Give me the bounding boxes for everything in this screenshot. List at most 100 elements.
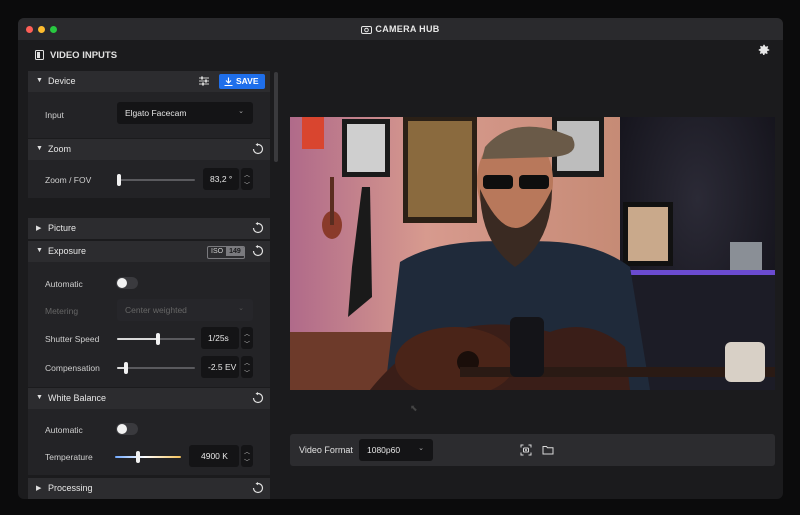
camera-preview <box>290 117 775 390</box>
compensation-stepper[interactable]: ︿ ﹀ <box>241 356 253 378</box>
collapsed-arrow-icon: ▶ <box>36 485 42 492</box>
panel-header: VIDEO INPUTS <box>35 50 117 61</box>
save-button[interactable]: SAVE <box>219 74 265 89</box>
section-exposure-label: Exposure <box>48 246 87 256</box>
shutter-speed-slider-thumb[interactable] <box>155 333 160 345</box>
reset-icon[interactable] <box>252 143 264 155</box>
section-device-header[interactable]: ▼ Device SAVE <box>28 71 270 92</box>
sidebar-scrollbar[interactable] <box>274 72 278 162</box>
exposure-automatic-toggle[interactable] <box>116 277 138 289</box>
chevron-down-icon: ⌄ <box>238 108 244 115</box>
video-inputs-icon <box>35 50 44 60</box>
chevron-up-icon[interactable]: ︿ <box>243 447 251 456</box>
zoom-fov-slider[interactable] <box>117 174 195 186</box>
compensation-label: Compensation <box>45 363 100 373</box>
expanded-arrow-icon: ▼ <box>36 394 43 401</box>
zoom-fov-value: 83,2 ° <box>210 174 233 184</box>
zoom-fov-stepper[interactable]: ︿ ﹀ <box>241 168 253 190</box>
chevron-up-icon[interactable]: ︿ <box>243 358 251 367</box>
collapsed-arrow-icon: ▶ <box>36 225 42 232</box>
download-icon <box>224 77 233 86</box>
temperature-slider-thumb[interactable] <box>136 451 141 463</box>
compensation-slider[interactable] <box>117 362 195 374</box>
folder-icon[interactable] <box>542 444 554 456</box>
gear-icon[interactable] <box>757 43 771 57</box>
compensation-input[interactable]: -2.5 EV <box>201 356 239 378</box>
section-white-balance-body: Automatic Temperature 4900 K ︿ ﹀ <box>28 409 270 475</box>
chevron-up-icon[interactable]: ︿ <box>243 170 251 179</box>
toggle-knob <box>117 278 127 288</box>
app-window: CAMERA HUB VIDEO INPUTS ▼ Device SAVE In… <box>18 18 783 499</box>
save-button-label: SAVE <box>236 76 259 86</box>
exposure-automatic-label: Automatic <box>45 279 83 289</box>
shutter-speed-slider[interactable] <box>117 333 195 345</box>
section-device-body: Input Elgato Facecam ⌄ <box>28 92 270 138</box>
video-format-value: 1080p60 <box>367 445 401 455</box>
section-zoom-header[interactable]: ▼ Zoom <box>28 139 270 160</box>
reset-icon[interactable] <box>252 222 264 234</box>
section-device-label: Device <box>48 76 76 86</box>
compensation-value: -2.5 EV <box>208 362 237 372</box>
expanded-arrow-icon: ▼ <box>36 247 43 254</box>
metering-select[interactable]: Center weighted ⌄ <box>117 299 253 321</box>
zoom-fov-input[interactable]: 83,2 ° <box>203 168 239 190</box>
zoom-fov-slider-thumb[interactable] <box>117 174 122 186</box>
chevron-down-icon[interactable]: ﹀ <box>243 457 251 466</box>
temperature-slider[interactable] <box>115 451 181 463</box>
section-zoom-label: Zoom <box>48 144 72 154</box>
mouse-cursor-icon: ⬉ <box>410 403 418 413</box>
video-format-label: Video Format <box>299 445 353 455</box>
section-processing-label: Processing <box>48 483 93 493</box>
section-exposure-header[interactable]: ▼ Exposure ISO 149 <box>28 241 270 262</box>
expanded-arrow-icon: ▼ <box>36 77 43 84</box>
settings-sidebar: ▼ Device SAVE Input Elgato Facecam ⌄ ▼ Z… <box>28 71 270 499</box>
input-select-value: Elgato Facecam <box>125 108 187 118</box>
chevron-down-icon[interactable]: ﹀ <box>243 339 251 348</box>
expanded-arrow-icon: ▼ <box>36 145 43 152</box>
screenshot-icon[interactable] <box>520 444 532 456</box>
temperature-stepper[interactable]: ︿ ﹀ <box>241 445 253 467</box>
chevron-up-icon[interactable]: ︿ <box>243 329 251 338</box>
section-picture-label: Picture <box>48 223 77 233</box>
shutter-speed-stepper[interactable]: ︿ ﹀ <box>241 327 253 349</box>
input-label: Input <box>45 110 64 120</box>
shutter-speed-slider-fill <box>117 338 158 340</box>
chevron-down-icon[interactable]: ﹀ <box>243 368 251 377</box>
iso-badge-label: ISO <box>211 248 224 255</box>
chevron-down-icon: ⌄ <box>418 445 424 452</box>
iso-badge-value: 149 <box>226 247 244 256</box>
input-select[interactable]: Elgato Facecam ⌄ <box>117 102 253 124</box>
reset-icon[interactable] <box>252 482 264 494</box>
camera-preview-image <box>290 117 775 390</box>
metering-label: Metering <box>45 306 79 316</box>
panel-title: VIDEO INPUTS <box>50 50 118 61</box>
shutter-speed-input[interactable]: 1/25s <box>201 327 239 349</box>
shutter-speed-label: Shutter Speed <box>45 334 100 344</box>
toggle-knob <box>117 424 127 434</box>
temperature-label: Temperature <box>45 452 93 462</box>
section-white-balance-header[interactable]: ▼ White Balance <box>28 388 270 409</box>
reset-icon[interactable] <box>252 392 264 404</box>
camera-icon <box>361 26 373 34</box>
video-format-select[interactable]: 1080p60 ⌄ <box>359 439 433 461</box>
reset-icon[interactable] <box>252 245 264 257</box>
iso-badge: ISO 149 <box>207 246 245 259</box>
temperature-input[interactable]: 4900 K <box>189 445 239 467</box>
window-title-text: CAMERA HUB <box>375 24 440 34</box>
white-balance-automatic-label: Automatic <box>45 425 83 435</box>
section-exposure-body: Automatic Metering Center weighted ⌄ Shu… <box>28 262 270 387</box>
window-title: CAMERA HUB <box>18 24 783 34</box>
tune-icon[interactable] <box>198 75 210 87</box>
temperature-value: 4900 K <box>201 451 228 461</box>
section-picture-header[interactable]: ▶ Picture <box>28 218 270 239</box>
metering-select-value: Center weighted <box>125 305 187 315</box>
section-zoom-body: Zoom / FOV 83,2 ° ︿ ﹀ <box>28 160 270 198</box>
shutter-speed-value: 1/25s <box>208 333 229 343</box>
compensation-slider-thumb[interactable] <box>124 362 129 374</box>
chevron-down-icon: ⌄ <box>238 305 244 312</box>
white-balance-automatic-toggle[interactable] <box>116 423 138 435</box>
chevron-down-icon[interactable]: ﹀ <box>243 180 251 189</box>
section-processing-header[interactable]: ▶ Processing <box>28 478 270 499</box>
zoom-fov-label: Zoom / FOV <box>45 175 92 185</box>
section-white-balance-label: White Balance <box>48 393 107 403</box>
